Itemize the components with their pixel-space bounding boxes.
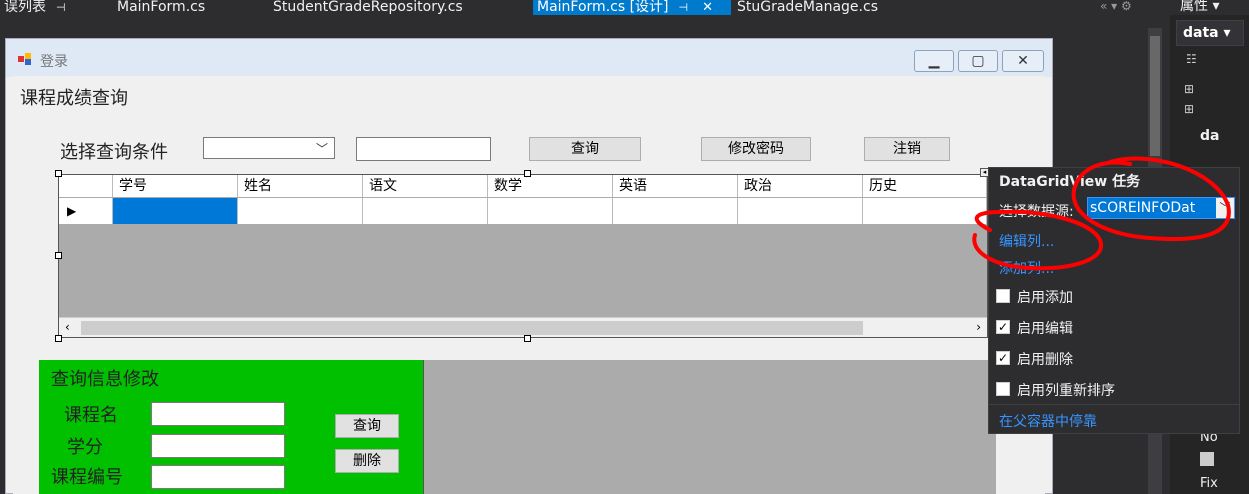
table-cell-selected[interactable]: [113, 198, 238, 224]
course-id-label: 课程编号: [51, 467, 123, 488]
table-cell[interactable]: [738, 198, 863, 224]
grid-header: 学号 姓名 语文 数学 英语 政治 历史: [59, 175, 987, 197]
tab-overflow-controls[interactable]: « ▾ ⚙: [1100, 0, 1170, 15]
column-header[interactable]: 学号: [113, 175, 238, 197]
expand-icon[interactable]: ⊞: [1184, 82, 1194, 96]
scroll-right-icon[interactable]: ›: [976, 320, 981, 334]
column-header[interactable]: 英语: [613, 175, 738, 197]
scroll-left-icon[interactable]: ‹: [65, 320, 70, 334]
change-password-button[interactable]: 修改密码: [701, 137, 811, 161]
tab-student-grade-repository[interactable]: StudentGradeRepository.cs: [269, 0, 529, 15]
column-header[interactable]: 历史: [863, 175, 987, 197]
search-input[interactable]: [356, 137, 491, 161]
window-title: 登录: [40, 54, 68, 70]
app-icon: [18, 53, 31, 65]
scrollbar-thumb[interactable]: [1150, 36, 1160, 156]
query-button[interactable]: 查询: [529, 137, 641, 161]
resize-handle[interactable]: [524, 170, 531, 177]
table-row[interactable]: ▶: [59, 198, 987, 224]
edit-panel-title: 查询信息修改: [51, 369, 159, 390]
enable-reorder-checkbox[interactable]: [996, 382, 1010, 396]
properties-object-combo[interactable]: data ▾: [1176, 20, 1244, 46]
tab-label: MainForm.cs [设计]: [537, 0, 669, 15]
property-label: Fix: [1200, 476, 1218, 491]
resize-handle[interactable]: [55, 252, 62, 259]
enable-add-label: 启用添加: [1017, 290, 1073, 306]
resize-handle[interactable]: [55, 335, 62, 342]
smart-tag-panel: DataGridView 任务 选择数据源: sCOREINFODat ﹀ 编辑…: [988, 167, 1240, 434]
credit-label: 学分: [67, 437, 103, 458]
datasource-combobox[interactable]: sCOREINFODat ﹀: [1087, 197, 1235, 219]
maximize-button[interactable]: ▢: [958, 50, 998, 72]
smart-tag-title: DataGridView 任务: [999, 174, 1141, 190]
secondary-grid[interactable]: [423, 360, 996, 494]
column-header[interactable]: 语文: [363, 175, 488, 197]
datasource-label: 选择数据源:: [999, 204, 1074, 220]
edit-columns-link[interactable]: 编辑列...: [999, 231, 1054, 251]
enable-reorder-label: 启用列重新排序: [1017, 383, 1115, 399]
properties-title[interactable]: 属性 ▾: [1170, 0, 1249, 15]
minimize-button[interactable]: ▁: [914, 50, 954, 72]
row-header-corner: [59, 175, 113, 197]
tab-error-list[interactable]: 误列表 ⊣: [0, 0, 95, 15]
credit-input[interactable]: [151, 434, 285, 458]
property-label: da: [1200, 128, 1220, 144]
datasource-value: sCOREINFODat: [1090, 200, 1196, 216]
filter-label: 选择查询条件: [60, 142, 168, 163]
pin-icon[interactable]: ⊣: [679, 1, 689, 14]
pin-icon[interactable]: ⊣: [56, 1, 66, 14]
dock-in-parent-link[interactable]: 在父容器中停靠: [999, 411, 1097, 431]
chevron-down-icon[interactable]: ﹀: [1216, 198, 1234, 218]
window-titlebar: 登录 ▁ ▢ ✕: [6, 39, 1052, 77]
row-indicator[interactable]: ▶: [59, 198, 113, 224]
tab-label: 误列表: [4, 0, 46, 15]
close-icon[interactable]: ✕: [702, 0, 713, 15]
data-grid-view[interactable]: 学号 姓名 语文 数学 英语 政治 历史 ▶ ‹ ›: [58, 174, 988, 338]
edit-panel: 查询信息修改 课程名 学分 课程编号 查询 删除: [39, 360, 423, 494]
delete-button[interactable]: 删除: [335, 449, 399, 473]
column-header[interactable]: 政治: [738, 175, 863, 197]
column-header[interactable]: 姓名: [238, 175, 363, 197]
table-cell[interactable]: [363, 198, 488, 224]
tab-mainform-cs[interactable]: MainForm.cs: [113, 0, 263, 15]
document-tab-bar: 误列表 ⊣ MainForm.cs StudentGradeRepository.…: [0, 0, 1170, 15]
add-column-link[interactable]: 添加列...: [999, 258, 1054, 278]
enable-add-checkbox[interactable]: [996, 289, 1010, 303]
filter-combobox[interactable]: ﹀: [203, 137, 335, 159]
table-cell[interactable]: [488, 198, 613, 224]
tab-label: StudentGradeRepository.cs: [273, 0, 463, 15]
enable-delete-label: 启用删除: [1017, 352, 1073, 368]
panel-query-button[interactable]: 查询: [335, 414, 399, 438]
grid-horizontal-scrollbar[interactable]: ‹ ›: [59, 317, 987, 337]
page-title: 课程成绩查询: [20, 88, 128, 109]
enable-edit-checkbox[interactable]: ✓: [996, 320, 1010, 334]
table-cell[interactable]: [613, 198, 738, 224]
enable-delete-checkbox[interactable]: ✓: [996, 351, 1010, 365]
course-name-input[interactable]: [151, 402, 285, 426]
chevron-down-icon: ﹀: [315, 142, 328, 156]
close-window-button[interactable]: ✕: [1002, 50, 1044, 72]
scrollbar-thumb[interactable]: [81, 321, 863, 335]
enable-edit-label: 启用编辑: [1017, 321, 1073, 337]
column-header[interactable]: 数学: [488, 175, 613, 197]
tab-label: MainForm.cs: [117, 0, 206, 15]
tab-mainform-designer[interactable]: MainForm.cs [设计] ⊣ ✕: [533, 0, 731, 15]
logout-button[interactable]: 注销: [864, 137, 950, 161]
table-cell[interactable]: [863, 198, 987, 224]
resize-handle[interactable]: [524, 335, 531, 342]
tab-label: StuGradeManage.cs: [737, 0, 878, 15]
expand-icon[interactable]: ⊞: [1184, 102, 1194, 116]
course-id-input[interactable]: [151, 465, 285, 489]
course-name-label: 课程名: [64, 405, 118, 426]
categorized-icon[interactable]: ☷: [1186, 52, 1197, 66]
resize-handle[interactable]: [55, 170, 62, 177]
tab-stugrade-manage[interactable]: StuGradeManage.cs: [733, 0, 933, 15]
table-cell[interactable]: [238, 198, 363, 224]
color-swatch: [1200, 452, 1214, 466]
divider: [989, 404, 1239, 405]
